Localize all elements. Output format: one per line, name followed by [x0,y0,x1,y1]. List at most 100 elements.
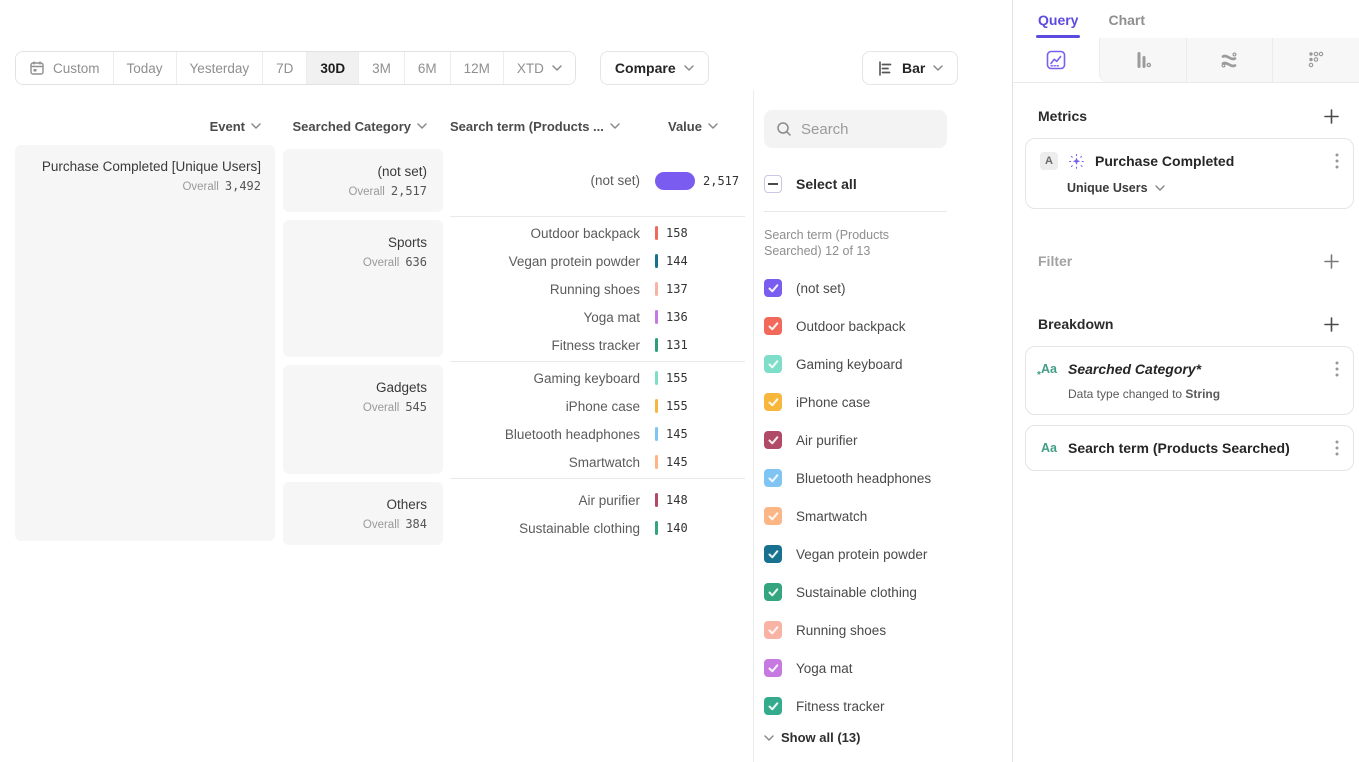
category-cell[interactable]: Sports Overall636 [283,220,443,357]
date-range-xtd-button[interactable]: XTD [503,52,575,84]
series-search-input[interactable] [801,121,931,138]
series-list-item[interactable]: Running shoes [764,611,1012,649]
table-row[interactable]: Outdoor backpack 158 [450,219,745,247]
breakdown-card-searched-category[interactable]: Aa* Searched Category* Data type changed… [1025,346,1354,415]
series-checkbox[interactable] [764,469,782,487]
date-range-30d-button[interactable]: 30D [306,52,358,84]
series-checkbox[interactable] [764,621,782,639]
column-header-value[interactable]: Value [668,119,718,134]
series-list-item[interactable]: Vegan protein powder [764,535,1012,573]
column-header-search-term[interactable]: Search term (Products ... [450,119,668,134]
metric-options-kebab[interactable] [1335,153,1339,169]
table-row[interactable]: (not set) 2,517 [450,167,745,195]
add-filter-button[interactable] [1324,254,1339,269]
chart-type-dropdown[interactable]: Bar [862,51,958,85]
category-name: Gadgets [283,380,427,395]
table-row[interactable]: Running shoes 137 [450,275,745,303]
chevron-down-icon [764,735,774,741]
breakdown-card-search-term[interactable]: Aa Search term (Products Searched) [1025,425,1354,471]
series-list-item[interactable]: Gaming keyboard [764,345,1012,383]
select-all-row[interactable]: Select all [764,175,1012,193]
category-name: Sports [283,235,427,250]
add-breakdown-button[interactable] [1324,317,1339,332]
value-bar [655,310,658,324]
category-cell[interactable]: (not set) Overall2,517 [283,149,443,212]
series-checkbox[interactable] [764,545,782,563]
table-row[interactable]: Sustainable clothing 140 [450,514,745,542]
filter-heading: Filter [1038,253,1072,269]
horizontal-bar-chart-icon [877,60,894,77]
table-row[interactable]: Smartwatch 145 [450,448,745,476]
date-range-toolbar: Custom Today Yesterday 7D 30D 3M 6M 12M … [15,51,709,85]
series-list-item[interactable]: Fitness tracker [764,687,1012,725]
metrics-section-header: Metrics [1013,108,1359,124]
series-list-item[interactable]: Outdoor backpack [764,307,1012,345]
series-list-item[interactable]: Air purifier [764,421,1012,459]
search-term-cell: Vegan protein powder [450,254,640,269]
date-range-3m-button[interactable]: 3M [358,52,404,84]
date-range-7d-button[interactable]: 7D [262,52,306,84]
series-checkbox[interactable] [764,507,782,525]
series-checkbox[interactable] [764,355,782,373]
series-checkbox[interactable] [764,583,782,601]
table-row[interactable]: iPhone case 155 [450,392,745,420]
event-cell[interactable]: Purchase Completed [Unique Users] Overal… [15,145,275,541]
column-header-searched-category[interactable]: Searched Category [283,119,443,134]
table-row[interactable]: Gaming keyboard 155 [450,364,745,392]
category-cell[interactable]: Gadgets Overall545 [283,365,443,474]
series-list-item[interactable]: (not set) [764,269,1012,307]
category-cell[interactable]: Others Overall384 [283,482,443,545]
table-row[interactable]: Yoga mat 136 [450,303,745,331]
category-name: Others [283,497,427,512]
table-row[interactable]: Bluetooth headphones 145 [450,420,745,448]
series-checkbox[interactable] [764,431,782,449]
report-type-insights-tab[interactable] [1013,38,1099,82]
date-range-custom-button[interactable]: Custom [16,52,113,84]
report-type-funnels-tab[interactable] [1099,38,1186,82]
series-checkbox[interactable] [764,659,782,677]
date-range-yesterday-button[interactable]: Yesterday [176,52,263,84]
value-text: 145 [666,427,688,441]
overall-value: 3,492 [225,179,261,193]
series-list-item[interactable]: Yoga mat [764,649,1012,687]
check-icon [768,512,779,521]
value-text: 131 [666,338,688,352]
series-checkbox[interactable] [764,279,782,297]
check-icon [768,322,779,331]
column-header-event[interactable]: Event [15,119,275,134]
report-type-retention-tab[interactable] [1272,38,1359,82]
tab-chart[interactable]: Chart [1108,12,1145,38]
tab-query[interactable]: Query [1038,12,1078,38]
breakdown-options-kebab[interactable] [1335,361,1339,377]
category-group: Others Overall384 Air purifier 148 Susta… [283,478,745,549]
category-groups: (not set) Overall2,517 (not set) 2,517 [283,145,745,549]
series-list-item[interactable]: Sustainable clothing [764,573,1012,611]
date-range-6m-button[interactable]: 6M [404,52,450,84]
series-checkbox[interactable] [764,317,782,335]
series-list-item[interactable]: iPhone case [764,383,1012,421]
date-range-today-button[interactable]: Today [113,52,176,84]
date-range-12m-button[interactable]: 12M [450,52,503,84]
chevron-down-icon [552,65,562,71]
metric-series-badge: A [1040,152,1058,170]
search-term-cell: Yoga mat [450,310,640,325]
table-row[interactable]: Fitness tracker 131 [450,331,745,359]
term-rows: Air purifier 148 Sustainable clothing 14… [450,478,745,549]
table-row[interactable]: Vegan protein powder 144 [450,247,745,275]
query-builder-sidebar: Query Chart Metrics A Purc [1012,0,1359,762]
breakdown-options-kebab[interactable] [1335,440,1339,456]
report-type-flows-tab[interactable] [1186,38,1273,82]
compare-button[interactable]: Compare [600,51,709,85]
series-checkbox[interactable] [764,393,782,411]
series-checkbox[interactable] [764,697,782,715]
select-all-checkbox[interactable] [764,175,782,193]
show-all-toggle[interactable]: Show all (13) [764,730,1012,745]
divider [764,211,947,212]
series-search-box[interactable] [764,110,947,148]
table-row[interactable]: Air purifier 148 [450,486,745,514]
series-list-item[interactable]: Bluetooth headphones [764,459,1012,497]
add-metric-button[interactable] [1324,109,1339,124]
metric-card[interactable]: A Purchase Completed Unique Users [1025,138,1354,209]
metric-aggregation-dropdown[interactable]: Unique Users [1067,181,1339,195]
series-list-item[interactable]: Smartwatch [764,497,1012,535]
